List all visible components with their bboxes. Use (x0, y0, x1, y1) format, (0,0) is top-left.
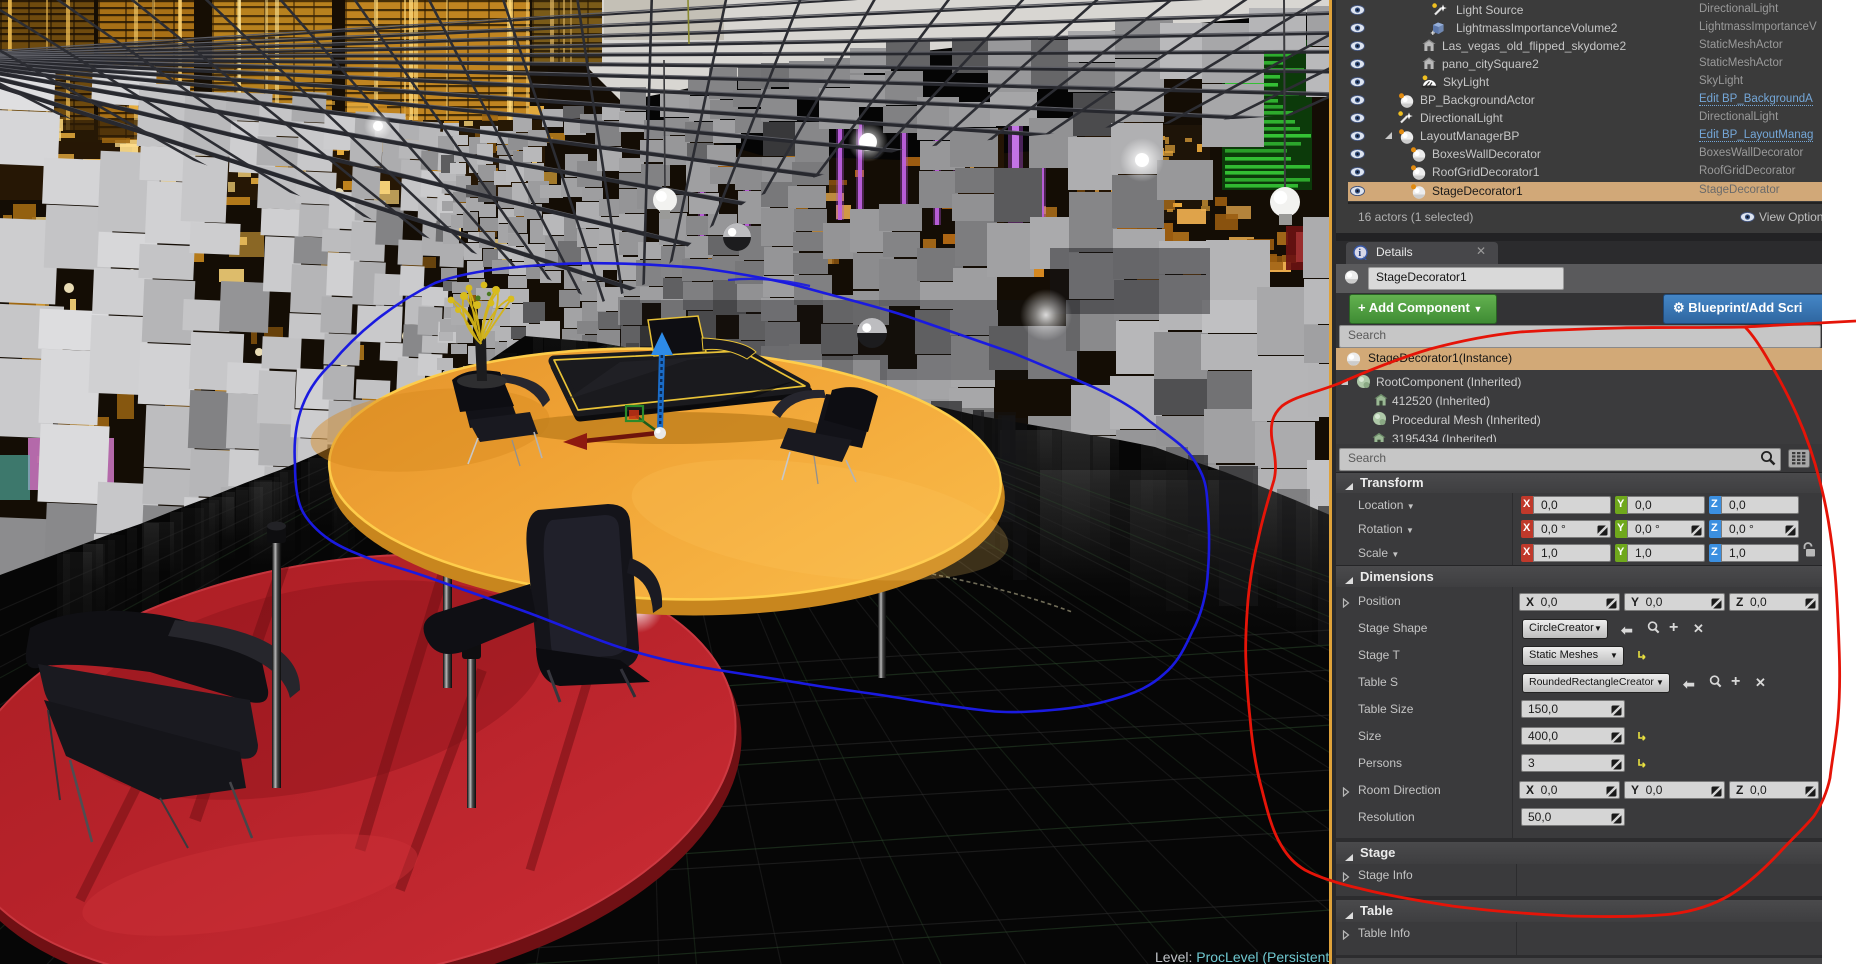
svg-text:+: + (1431, 29, 1436, 37)
svg-text:Level: ProcLevel (Persistent): Level: ProcLevel (Persistent) (1155, 949, 1331, 964)
svg-text:i: i (1358, 248, 1361, 259)
